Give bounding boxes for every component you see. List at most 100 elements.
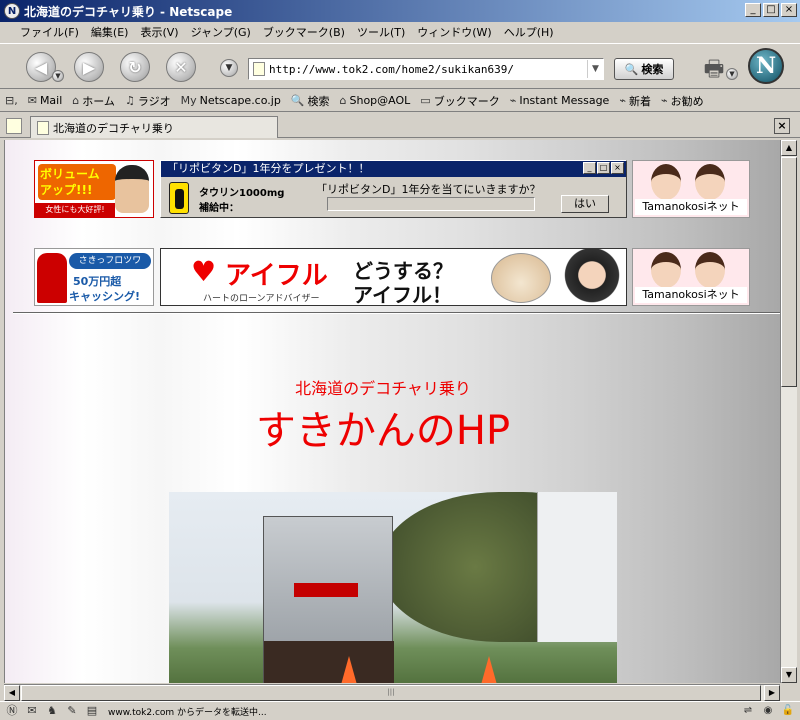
menu-tools[interactable]: ツール(T) <box>351 24 411 40</box>
ad-volume-headline: ボリューム アップ!!! <box>38 164 116 200</box>
connection-icon: ⇌ <box>743 705 753 716</box>
menu-edit[interactable]: 編集(E) <box>85 24 135 40</box>
print-dropdown[interactable]: ▼ <box>726 68 738 80</box>
bookmark-instant-message[interactable]: ⌁ Instant Message <box>505 94 615 107</box>
ad-popup-yes-button[interactable]: はい <box>561 195 609 213</box>
horizontal-scrollbar[interactable]: ◀ ||| ▶ <box>4 684 780 701</box>
stop-button[interactable]: ✕ <box>166 52 196 82</box>
magnifier-icon: 🔍 <box>290 94 305 107</box>
bookmark-label: Mail <box>39 94 63 107</box>
bookmark-shop[interactable]: ⌂ Shop@AOL <box>335 94 416 107</box>
ad-banner-cashing[interactable]: さきっフロツワ 50万円超 キャッシング! <box>34 248 154 306</box>
close-tab-icon[interactable]: × <box>774 118 790 134</box>
ad-aiful-dog-image <box>491 253 551 303</box>
scroll-up-arrow-icon[interactable]: ▲ <box>781 140 797 156</box>
netscape-app-icon: N <box>4 3 20 19</box>
bookmark-mail[interactable]: ✉ Mail <box>23 94 68 107</box>
mail-icon[interactable]: ✉ <box>24 704 40 718</box>
menu-view[interactable]: 表示(V) <box>134 24 184 40</box>
bookmark-folder[interactable]: ▭ ブックマーク <box>415 93 504 109</box>
reload-button[interactable]: ↻ <box>120 52 150 82</box>
menu-help[interactable]: ヘルプ(H) <box>498 24 560 40</box>
new-tab-icon[interactable] <box>6 118 22 134</box>
stop-icon: ✕ <box>174 57 188 77</box>
tab-bar: 北海道のデコチャリ乗り × <box>0 114 800 138</box>
ad-aiful-woman-image <box>561 249 623 305</box>
ad-cash-logo: さきっフロツワ <box>69 253 151 269</box>
scroll-left-arrow-icon[interactable]: ◀ <box>4 685 20 701</box>
shop-icon: ⌂ <box>339 94 347 107</box>
ad-popup-close-icon[interactable]: × <box>611 162 624 174</box>
minimize-button[interactable]: _ <box>745 3 761 17</box>
back-arrow-icon: ◀ <box>34 57 48 77</box>
url-dropdown-arrow-icon[interactable]: ▼ <box>587 60 603 78</box>
ad-popup-label-supply: 補給中： <box>199 203 239 214</box>
bookmark-home[interactable]: ⌂ ホーム <box>67 93 120 109</box>
ad-tamanokosi-woman-image <box>651 164 681 200</box>
menu-bar: ファイル(F) 編集(E) 表示(V) ジャンプ(G) ブックマーク(B) ツー… <box>0 22 800 42</box>
menu-file[interactable]: ファイル(F) <box>14 24 85 40</box>
navigation-toolbar: ◀ ▼ ▶ ↻ ✕ ▼ ▼ 🔍 検索 🖶 ▼ <box>0 43 800 89</box>
ad-banner-tamanokosi-2[interactable]: Tamanokosiネット <box>632 248 750 306</box>
page-subtitle: 北海道のデコチャリ乗り <box>295 379 471 398</box>
bookmark-label: Shop@AOL <box>349 94 411 107</box>
ad-tamanokosi-woman-image <box>651 252 681 288</box>
bookmark-new[interactable]: ⌁ 新着 <box>614 93 656 109</box>
instant-messenger-icon[interactable]: ♞ <box>44 704 60 718</box>
ad-volume-man-image <box>115 165 149 213</box>
vertical-scroll-thumb[interactable] <box>781 157 797 387</box>
netscape-logo-icon[interactable]: N <box>748 48 784 84</box>
bookmark-label: ホーム <box>82 94 115 108</box>
ad-cash-line1: 50万円超 <box>73 275 122 288</box>
bookmark-radio[interactable]: ♫ ラジオ <box>120 93 176 109</box>
search-button[interactable]: 🔍 検索 <box>614 58 674 80</box>
page-icon <box>253 62 265 76</box>
ad-popup-minimize-icon[interactable]: _ <box>583 162 596 174</box>
ad-banner-volume[interactable]: ボリューム アップ!!! 女性にも大好評! <box>34 160 154 218</box>
menu-bookmarks[interactable]: ブックマーク(B) <box>257 24 351 40</box>
forward-button[interactable]: ▶ <box>74 52 104 82</box>
mail-icon: ✉ <box>27 94 37 107</box>
reload-icon: ↻ <box>128 57 142 77</box>
url-input[interactable] <box>269 62 587 76</box>
composer-icon[interactable]: ✎ <box>64 704 80 718</box>
window-titlebar: N 北海道のデコチャリ乗り - Netscape _ □ × <box>0 0 800 22</box>
scroll-down-arrow-icon[interactable]: ▼ <box>781 667 797 683</box>
ad-volume-sub: 女性にも大好評! <box>35 203 115 217</box>
maximize-button[interactable]: □ <box>763 3 779 17</box>
ad-banner-tamanokosi[interactable]: Tamanokosiネット <box>632 160 750 218</box>
ad-popup-maximize-icon[interactable]: □ <box>597 162 610 174</box>
netscape-small-icon[interactable]: Ⓝ <box>4 704 20 718</box>
bookmark-search[interactable]: 🔍 検索 <box>286 93 335 109</box>
horizontal-rule <box>13 312 780 314</box>
menu-go[interactable]: ジャンプ(G) <box>185 24 257 40</box>
url-bar[interactable]: ▼ <box>248 58 604 80</box>
status-text: www.tok2.com からデータを転送中... <box>108 707 267 718</box>
url-history-dropdown[interactable]: ▼ <box>220 59 238 77</box>
bookmark-netscape[interactable]: My Netscape.co.jp <box>176 94 286 107</box>
scroll-right-arrow-icon[interactable]: ▶ <box>764 685 780 701</box>
ad-popup-progress-bar <box>327 197 535 211</box>
security-lock-icon[interactable]: 🔓 <box>780 704 796 718</box>
photo-traffic-cone <box>339 656 359 683</box>
window-controls: _ □ × <box>745 3 797 17</box>
bookmark-recommend[interactable]: ⌁ お勧め <box>656 93 709 109</box>
photo-traffic-cone <box>479 656 499 683</box>
address-book-icon[interactable]: ▤ <box>84 704 100 718</box>
close-window-button[interactable]: × <box>781 3 797 17</box>
vertical-scrollbar[interactable]: ▲ ▼ <box>780 140 797 683</box>
personal-toolbar-toggle[interactable]: ⊟, <box>0 94 23 107</box>
privacy-eye-icon[interactable]: ◉ <box>760 704 776 718</box>
back-history-dropdown[interactable]: ▼ <box>52 70 64 82</box>
bookmark-label: ブックマーク <box>433 94 500 108</box>
print-icon[interactable]: 🖶 <box>700 52 728 82</box>
tab-title: 北海道のデコチャリ乗り <box>53 121 174 135</box>
ad-popup-lipovitan[interactable]: 「リポビタンD」1年分をプレゼント！！ _ □ × タウリン1000mg 補給中… <box>160 160 627 218</box>
tab-active[interactable]: 北海道のデコチャリ乗り <box>30 116 278 138</box>
ad-banner-aiful[interactable]: ♥ アイフル ハートのローンアドバイザー どうする？ アイフル！ <box>160 248 627 306</box>
status-bar: Ⓝ ✉ ♞ ✎ ▤ www.tok2.com からデータを転送中... ⇌ ◉ … <box>0 701 800 720</box>
bookmark-label: 検索 <box>307 94 330 108</box>
horizontal-scroll-thumb[interactable]: ||| <box>21 685 761 701</box>
menu-window[interactable]: ウィンドウ(W) <box>411 24 497 40</box>
window-title: 北海道のデコチャリ乗り - Netscape <box>24 4 233 19</box>
